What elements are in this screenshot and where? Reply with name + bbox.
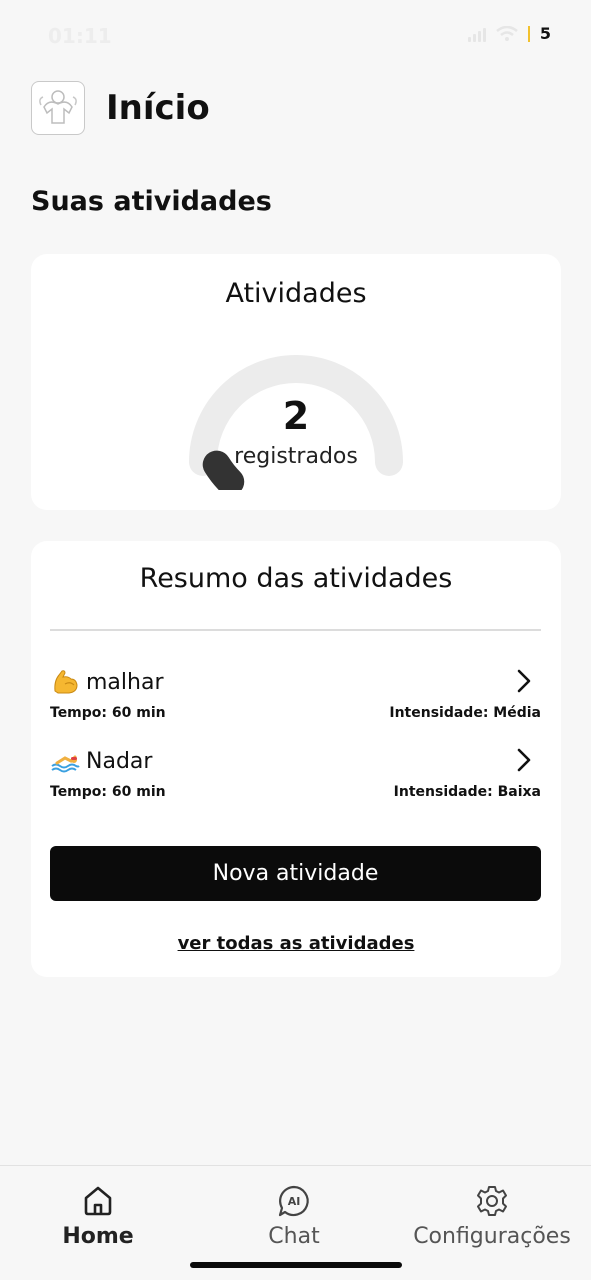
header: Início	[31, 80, 210, 136]
chevron-right-icon[interactable]	[517, 669, 531, 693]
summary-card: Resumo das atividades malhar Tempo: 60 m…	[31, 541, 561, 977]
battery-indicator	[527, 25, 530, 42]
signal-icon	[467, 26, 486, 42]
tab-label: Chat	[268, 1224, 320, 1249]
activities-count-label: registrados	[234, 444, 358, 469]
summary-title: Resumo das atividades	[139, 563, 453, 594]
svg-text:AI: AI	[288, 1195, 301, 1208]
activity-intensity: Intensidade: Média	[389, 705, 541, 721]
activity-intensity: Intensidade: Baixa	[393, 784, 541, 800]
tab-settings[interactable]: Configurações	[400, 1184, 584, 1249]
tab-label: Home	[62, 1224, 134, 1249]
flexed-biceps-icon	[54, 670, 78, 694]
status-bar: 01:11 5	[0, 0, 591, 70]
activity-name-row: Nadar	[50, 744, 152, 778]
activity-name-row: malhar	[50, 665, 164, 699]
ai-chat-icon: AI	[278, 1185, 309, 1217]
status-icons: 5	[467, 24, 551, 43]
activity-item[interactable]: Nadar Tempo: 60 min Intensidade: Baixa	[50, 744, 541, 808]
battery-level: 5	[539, 24, 551, 43]
divider	[50, 629, 541, 631]
activity-time: Tempo: 60 min	[50, 705, 166, 721]
activity-name: Nadar	[86, 748, 153, 774]
activities-card-title: Atividades	[225, 278, 367, 309]
home-indicator	[190, 1262, 402, 1268]
avatar[interactable]	[31, 81, 85, 135]
activity-item[interactable]: malhar Tempo: 60 min Intensidade: Média	[50, 665, 541, 729]
activities-card: Atividades 2 registrados	[31, 254, 561, 510]
status-time: 01:11	[48, 24, 112, 48]
gear-icon	[477, 1186, 507, 1216]
activity-time: Tempo: 60 min	[50, 784, 166, 800]
bodybuilder-icon	[39, 90, 77, 124]
wifi-icon	[496, 25, 518, 41]
swimmer-icon	[51, 755, 80, 773]
chevron-right-icon[interactable]	[517, 748, 531, 772]
section-title: Suas atividades	[31, 186, 272, 217]
page-title: Início	[106, 88, 210, 128]
home-icon	[84, 1186, 112, 1216]
see-all-activities-link[interactable]: ver todas as atividades	[31, 933, 561, 954]
tab-label: Configurações	[413, 1224, 571, 1249]
activities-count: 2	[282, 394, 310, 438]
tab-bar: Home AI Chat Configurações	[0, 1165, 591, 1280]
tab-home[interactable]: Home	[40, 1184, 156, 1249]
tab-chat[interactable]: AI Chat	[236, 1184, 352, 1249]
activity-name: malhar	[86, 669, 164, 695]
new-activity-button[interactable]: Nova atividade	[50, 846, 541, 901]
